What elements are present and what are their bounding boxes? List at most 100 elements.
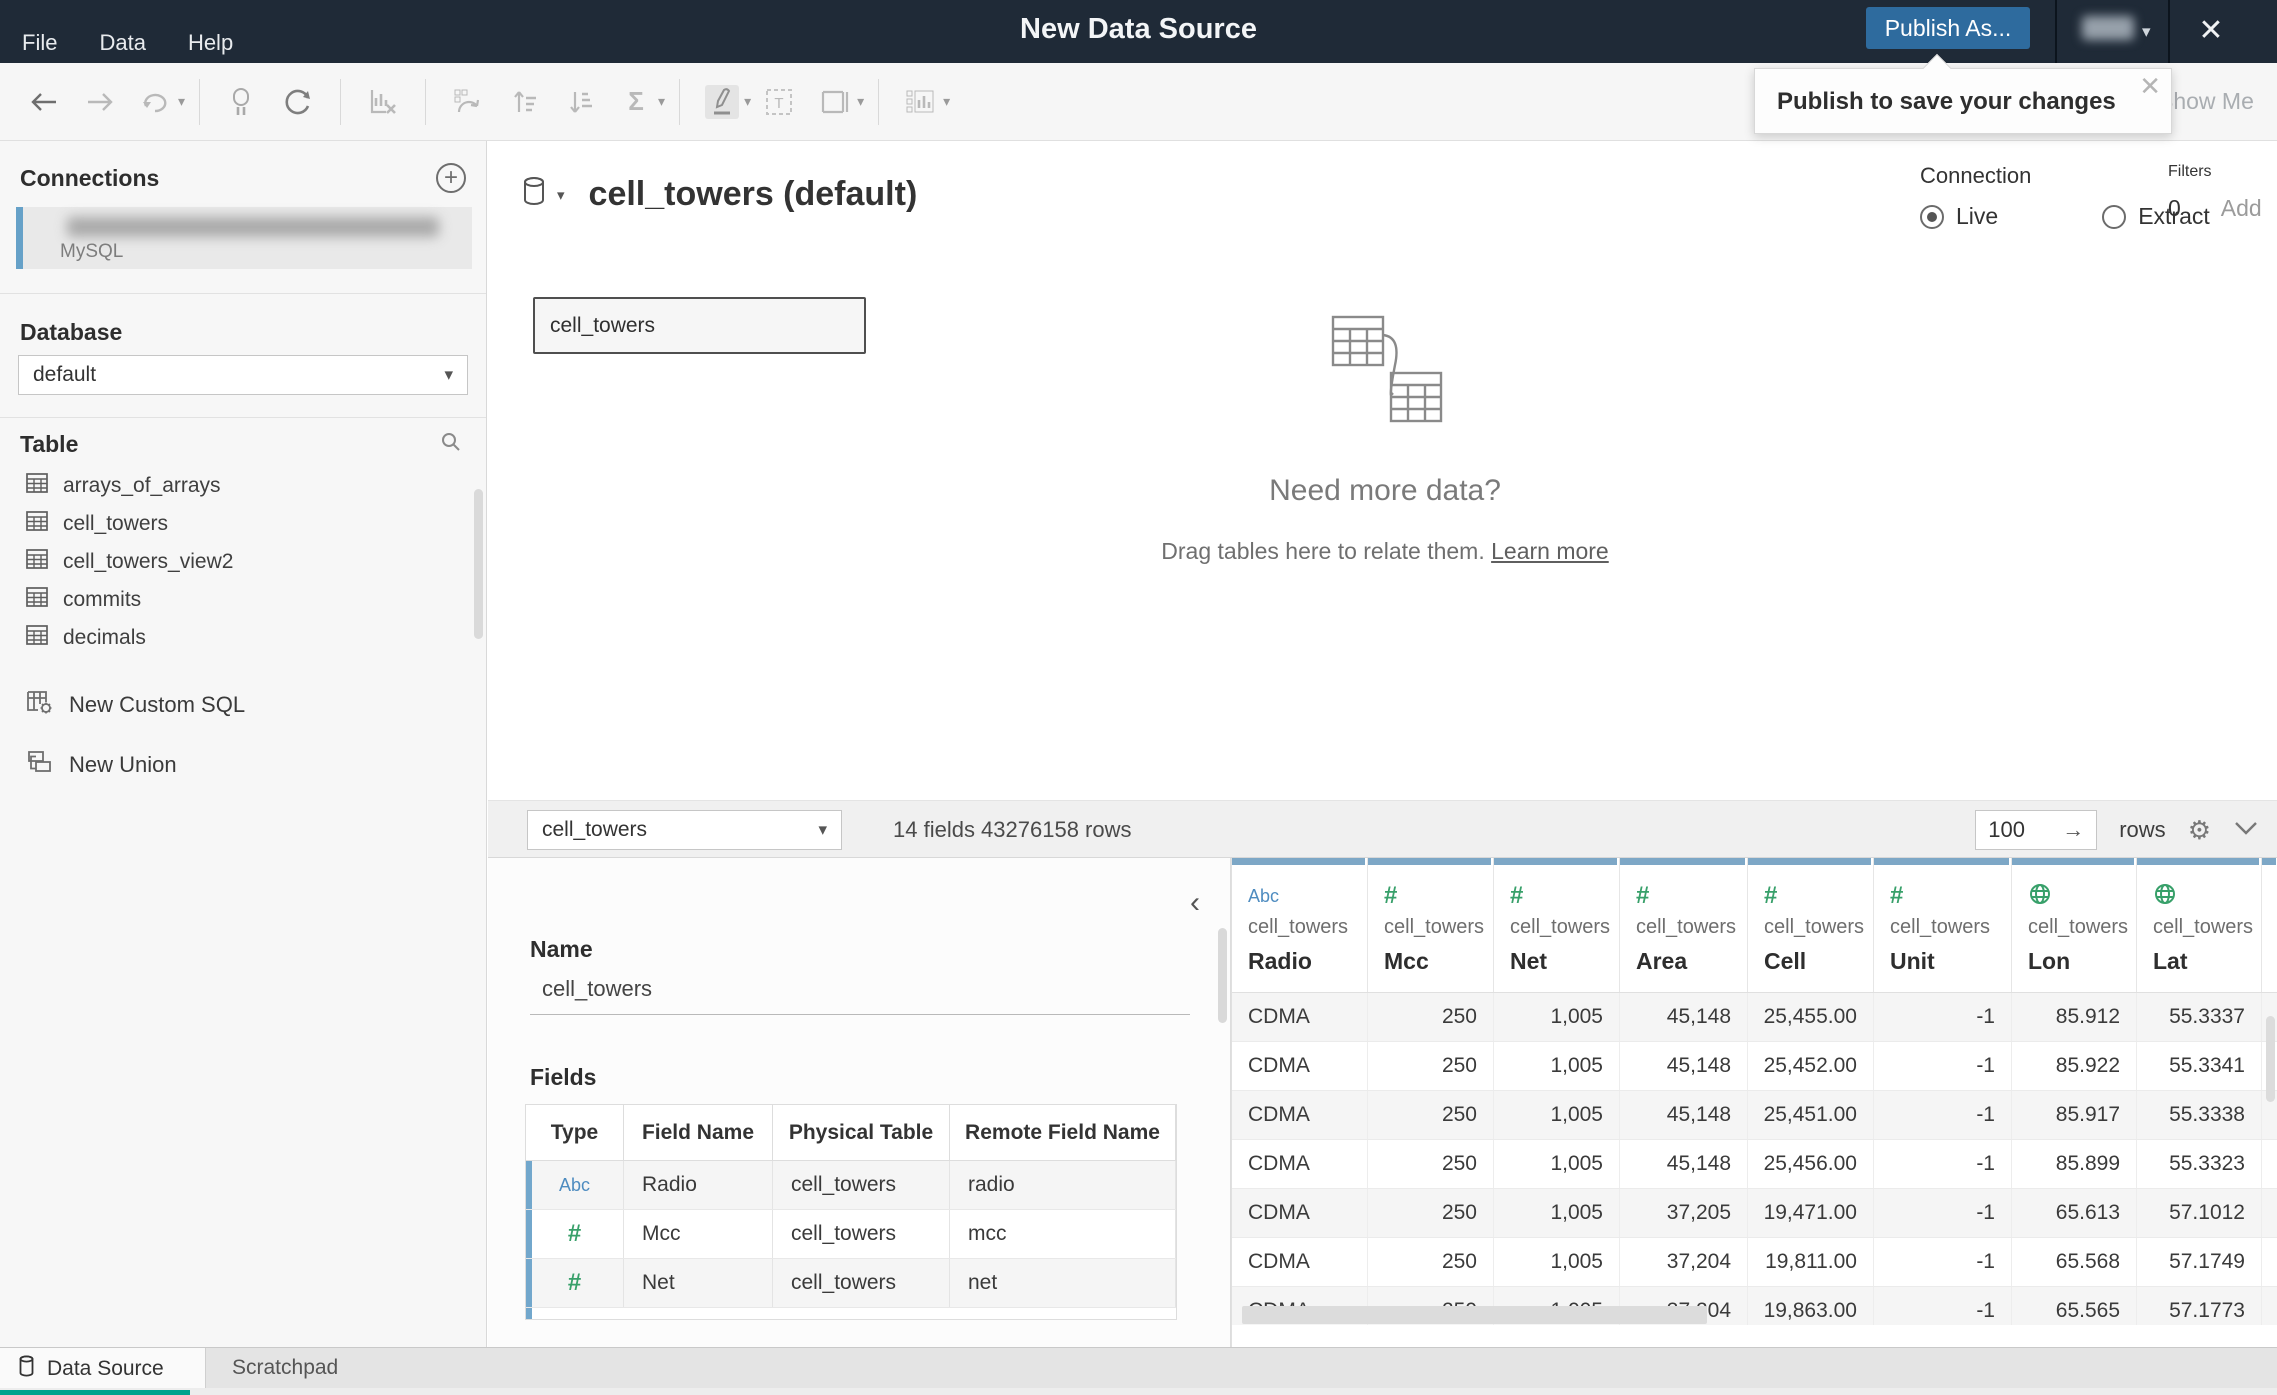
sidebar-table-item[interactable]: cell_towers xyxy=(26,505,446,543)
metadata-pane: ‹ Name cell_towers Fields Type Field Name… xyxy=(488,858,1231,1347)
highlight-caret-icon[interactable]: ▾ xyxy=(744,93,751,110)
new-union-button[interactable]: New Union xyxy=(26,749,177,781)
grid-col-header-unit[interactable]: # cell_towers Unit xyxy=(1874,858,2012,992)
connection-item[interactable]: MySQL xyxy=(16,207,472,269)
totals-sigma-icon[interactable]: Σ xyxy=(619,85,653,119)
filters-add-button[interactable]: Add xyxy=(2221,195,2262,222)
text-label-icon[interactable]: T xyxy=(762,85,796,119)
grid-data-row[interactable]: CDMA 250 1,005 45,148 25,452.00 -1 85.922 55.33… xyxy=(1232,1042,2277,1091)
swap-rows-columns-icon[interactable] xyxy=(451,85,485,119)
learn-more-link[interactable]: Learn more xyxy=(1491,538,1609,564)
field-row[interactable]: Abc Radio cell_towers radio xyxy=(526,1161,1176,1210)
grid-col-header-lon[interactable]: cell_towers Lon xyxy=(2012,858,2137,992)
grid-cell: 25,455.00 xyxy=(1748,993,1874,1041)
user-account-chip[interactable] xyxy=(2082,16,2134,40)
sort-ascending-icon[interactable] xyxy=(507,85,541,119)
field-row[interactable]: # Net cell_towers net xyxy=(526,1259,1176,1308)
search-tables-icon[interactable] xyxy=(440,431,462,458)
grid-col-header-clipped xyxy=(2262,858,2277,992)
sidebar-scrollbar[interactable] xyxy=(474,489,483,639)
sidebar-table-label: cell_towers_view2 xyxy=(63,550,234,573)
column-name-label: Cell xyxy=(1764,948,1807,974)
undo-icon[interactable] xyxy=(27,85,61,119)
sort-descending-icon[interactable] xyxy=(563,85,597,119)
publish-as-button[interactable]: Publish As... xyxy=(1866,7,2030,49)
live-radio[interactable] xyxy=(1920,204,1944,229)
name-input[interactable]: cell_towers xyxy=(530,970,1190,1015)
preview-table-select[interactable]: cell_towers ▾ xyxy=(527,810,842,850)
row-count-input[interactable]: 100 → xyxy=(1975,810,2098,850)
table-section-label: Table xyxy=(20,431,79,457)
add-connection-icon[interactable]: + xyxy=(436,163,466,193)
grid-data-row[interactable]: CDMA 250 1,005 45,148 25,456.00 -1 85.899 55.33… xyxy=(1232,1140,2277,1189)
redo-icon[interactable] xyxy=(83,85,117,119)
grid-horizontal-scrollbar[interactable] xyxy=(1242,1306,1707,1324)
preview-settings-gear-icon[interactable]: ⚙ xyxy=(2188,815,2211,846)
fields-rows-summary: 14 fields 43276158 rows xyxy=(893,817,1132,842)
grid-cell: -1 xyxy=(1874,1091,2012,1139)
cell-size-icon[interactable] xyxy=(818,85,852,119)
menu-file[interactable]: File xyxy=(22,30,57,56)
grid-data-row[interactable]: CDMA 250 1,005 45,148 25,455.00 -1 85.912 55.33… xyxy=(1232,993,2277,1042)
grid-cell: CDMA xyxy=(1232,1189,1368,1237)
field-row[interactable]: # Mcc cell_towers mcc xyxy=(526,1210,1176,1259)
close-window-icon[interactable]: ✕ xyxy=(2192,12,2230,50)
sidebar-table-item[interactable]: arrays_of_arrays xyxy=(26,467,446,505)
physical-table-cell: cell_towers xyxy=(773,1259,950,1307)
pause-updates-icon[interactable] xyxy=(225,85,259,119)
apply-row-count-icon[interactable]: → xyxy=(2062,817,2084,843)
grid-col-header-cell[interactable]: # cell_towers Cell xyxy=(1748,858,1874,992)
extract-radio[interactable] xyxy=(2102,204,2127,229)
column-accent-strip xyxy=(1620,858,1747,865)
refresh-icon[interactable] xyxy=(281,85,315,119)
show-chart-caret-icon[interactable]: ▾ xyxy=(943,93,950,110)
grid-cell: CDMA xyxy=(1232,993,1368,1041)
sidebar-table-item[interactable]: decimals xyxy=(26,619,446,657)
collapse-metadata-chevron-icon[interactable]: ‹ xyxy=(1190,886,1200,920)
highlight-icon[interactable] xyxy=(705,84,740,119)
grid-cell: 45,148 xyxy=(1620,1042,1748,1090)
replay-caret-icon[interactable]: ▾ xyxy=(178,93,185,110)
fields-table-scrollbar[interactable] xyxy=(1218,928,1227,1023)
grid-data-row[interactable]: CDMA 250 1,005 37,205 19,471.00 -1 65.613 57.10… xyxy=(1232,1189,2277,1238)
geo-type-icon xyxy=(2153,882,2177,911)
datasource-db-icon[interactable] xyxy=(521,176,547,213)
grid-cell: 25,451.00 xyxy=(1748,1091,1874,1139)
cell-size-caret-icon[interactable]: ▾ xyxy=(857,93,864,110)
grid-col-header-lat[interactable]: cell_towers Lat xyxy=(2137,858,2262,992)
datasource-caret-icon[interactable]: ▾ xyxy=(557,186,565,204)
grid-cell: CDMA xyxy=(1232,1042,1368,1090)
grid-col-header-net[interactable]: # cell_towers Net xyxy=(1494,858,1620,992)
menu-help[interactable]: Help xyxy=(188,30,233,56)
show-chart-icon[interactable] xyxy=(904,85,938,119)
grid-col-header-mcc[interactable]: # cell_towers Mcc xyxy=(1368,858,1494,992)
grid-data-row[interactable]: CDMA 250 1,005 37,204 19,811.00 -1 65.568 57.17… xyxy=(1232,1238,2277,1287)
grid-cell: 25,456.00 xyxy=(1748,1140,1874,1188)
tab-scratchpad[interactable]: Scratchpad xyxy=(232,1356,338,1380)
preview-toolbar: cell_towers ▾ 14 fields 43276158 rows 10… xyxy=(488,800,2277,858)
new-custom-sql-button[interactable]: New Custom SQL xyxy=(26,689,245,721)
user-menu-caret-icon[interactable]: ▾ xyxy=(2142,22,2151,42)
sidebar-table-item[interactable]: commits xyxy=(26,581,446,619)
totals-caret-icon[interactable]: ▾ xyxy=(658,93,665,110)
grid-vertical-scrollbar[interactable] xyxy=(2266,1016,2275,1102)
field-row[interactable] xyxy=(526,1308,1176,1319)
tooltip-close-icon[interactable]: ✕ xyxy=(2139,71,2161,102)
grid-col-header-area[interactable]: # cell_towers Area xyxy=(1620,858,1748,992)
show-me-button[interactable]: Show Me xyxy=(2158,88,2254,115)
tab-data-source[interactable]: Data Source xyxy=(0,1348,206,1389)
collapse-preview-chevron-icon[interactable] xyxy=(2233,820,2259,841)
database-select[interactable]: default ▾ xyxy=(18,355,468,395)
replay-icon[interactable] xyxy=(139,85,173,119)
datasource-title[interactable]: cell_towers (default) xyxy=(589,175,918,214)
fields-col-header: Physical Table xyxy=(773,1105,950,1160)
clear-sheet-icon[interactable] xyxy=(366,85,400,119)
grid-data-row[interactable]: CDMA 250 1,005 45,148 25,451.00 -1 85.917 55.33… xyxy=(1232,1091,2277,1140)
grid-col-header-radio[interactable]: Abc cell_towers Radio xyxy=(1232,858,1368,992)
table-node-cell-towers[interactable]: cell_towers xyxy=(533,297,866,354)
toolbar-divider xyxy=(340,78,342,125)
sidebar-table-item[interactable]: cell_towers_view2 xyxy=(26,543,446,581)
column-table-label: cell_towers xyxy=(1890,916,1991,938)
data-source-db-icon xyxy=(18,1355,35,1383)
menu-data[interactable]: Data xyxy=(99,30,145,56)
